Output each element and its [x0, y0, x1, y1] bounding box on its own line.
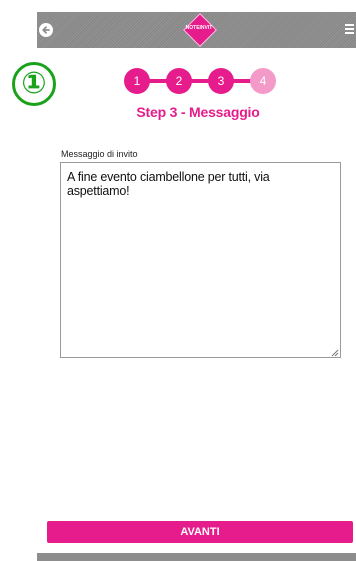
message-textarea[interactable]: A fine evento ciambellone per tutti, via…	[60, 162, 341, 358]
step-3: 3	[208, 68, 234, 94]
logo-text: NOTEINVIT	[185, 25, 213, 31]
annotation-number-marker: ①	[12, 62, 56, 106]
step-title: Step 3 - Messaggio	[136, 104, 260, 120]
back-arrow-icon[interactable]	[39, 23, 53, 37]
stepper: 1 2 3 4	[124, 68, 276, 94]
bottom-bar	[37, 553, 356, 561]
stepper-line	[134, 79, 262, 83]
step-1: 1	[124, 68, 150, 94]
app-logo: NOTEINVIT	[183, 13, 217, 47]
resize-grip-icon[interactable]	[331, 349, 339, 357]
step-4: 4	[250, 68, 276, 94]
next-button[interactable]: AVANTI	[47, 521, 353, 543]
message-field-label: Messaggio di invito	[61, 149, 138, 159]
step-2: 2	[166, 68, 192, 94]
menu-icon[interactable]	[345, 24, 354, 35]
top-bar: NOTEINVIT	[37, 12, 356, 48]
